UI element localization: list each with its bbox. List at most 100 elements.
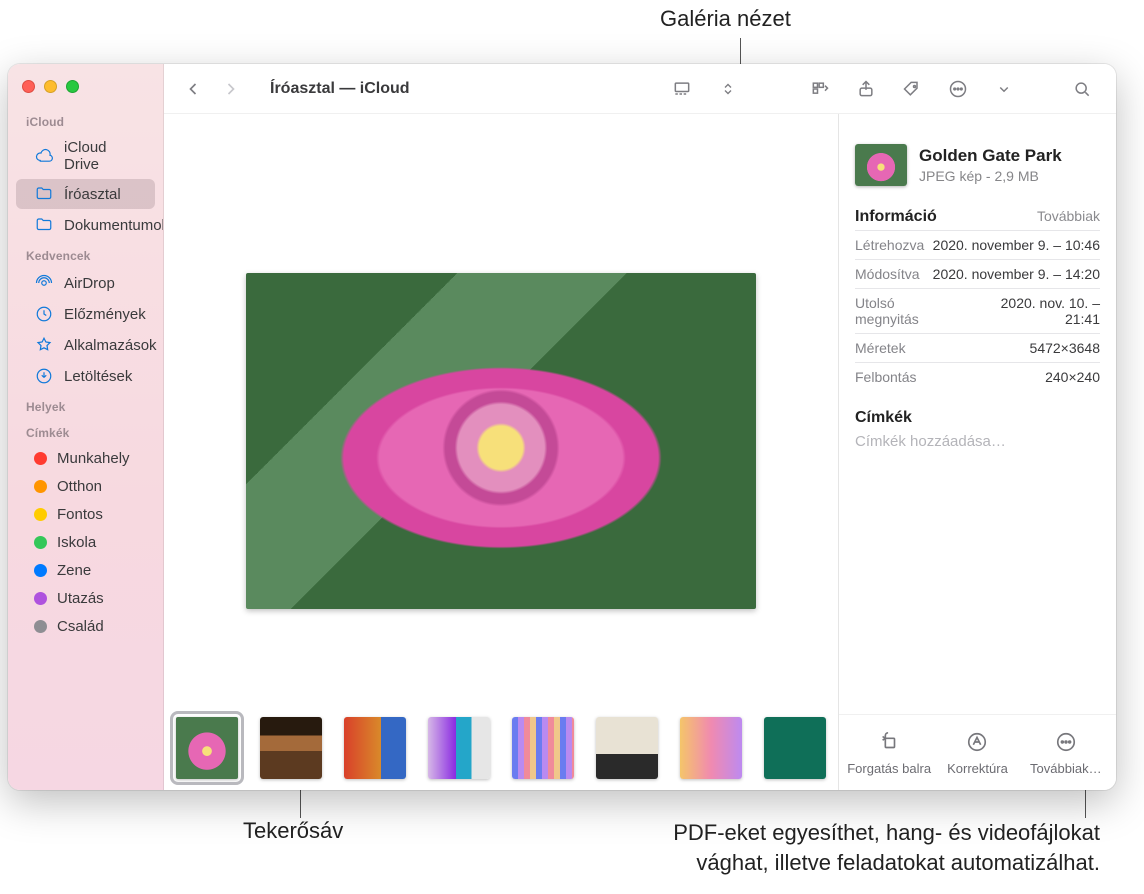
tag-dot-icon (34, 508, 47, 521)
thumbnail-strip[interactable] (164, 710, 838, 790)
forward-button[interactable] (216, 75, 246, 103)
close-button[interactable] (22, 80, 35, 93)
thumbnail[interactable] (512, 717, 574, 779)
cloud-icon (34, 146, 54, 166)
markup-action[interactable]: Korrektúra (934, 727, 1020, 776)
airdrop-icon (34, 273, 54, 293)
sidebar-tag-music[interactable]: Zene (16, 557, 155, 584)
rotate-left-action[interactable]: Forgatás balra (846, 727, 932, 776)
info-row-value: 5472×3648 (1030, 340, 1100, 356)
minimize-button[interactable] (44, 80, 57, 93)
clock-icon (34, 304, 54, 324)
info-row-key: Utolsó megnyitás (855, 295, 962, 327)
more-action[interactable]: Továbbiak… (1023, 727, 1109, 776)
info-thumbnail (855, 144, 907, 186)
info-row-value: 2020. nov. 10. – 21:41 (962, 295, 1100, 327)
share-button[interactable] (852, 75, 880, 103)
thumbnail[interactable] (596, 717, 658, 779)
info-row-dimensions: Méretek 5472×3648 (855, 333, 1100, 362)
info-row-value: 2020. november 9. – 14:20 (933, 266, 1100, 282)
folder-icon (34, 184, 54, 204)
sidebar-item-desktop[interactable]: Íróasztal (16, 179, 155, 209)
thumbnail[interactable] (428, 717, 490, 779)
sidebar-item-icloud-drive[interactable]: iCloud Drive (16, 134, 155, 178)
sidebar-item-label: Dokumentumok (64, 217, 164, 234)
search-button[interactable] (1068, 75, 1096, 103)
sidebar: iCloud iCloud Drive Íróasztal Dokumentum… (8, 64, 164, 790)
callout-quick-actions: PDF-eket egyesíthet, hang- és videofájlo… (460, 818, 1100, 877)
toolbar: Íróasztal — iCloud (164, 64, 1116, 114)
sidebar-item-label: Utazás (57, 590, 104, 607)
sidebar-tag-important[interactable]: Fontos (16, 501, 155, 528)
preview-pane (164, 114, 838, 710)
callout-scrubber: Tekerősáv (243, 818, 343, 844)
sidebar-tag-work[interactable]: Munkahely (16, 445, 155, 472)
action-label: Korrektúra (947, 761, 1008, 776)
rotate-left-icon (874, 727, 904, 757)
group-by-button[interactable] (806, 75, 834, 103)
info-more-link[interactable]: Továbbiak (1037, 208, 1100, 224)
tags-input[interactable]: Címkék hozzáadása… (855, 433, 1100, 450)
tags-header: Címkék (839, 391, 1116, 431)
tag-dot-icon (34, 452, 47, 465)
sidebar-item-label: Íróasztal (64, 186, 121, 203)
markup-icon (962, 727, 992, 757)
thumbnail[interactable] (260, 717, 322, 779)
gallery-view-button[interactable] (668, 75, 696, 103)
sidebar-item-label: iCloud Drive (64, 139, 141, 173)
view-options-stepper[interactable] (714, 75, 742, 103)
sidebar-item-documents[interactable]: Dokumentumok (16, 210, 155, 240)
callout-text: vághat, illetve feladatokat automatizálh… (696, 850, 1100, 875)
info-row-key: Módosítva (855, 266, 920, 282)
sidebar-item-label: Iskola (57, 534, 96, 551)
sidebar-tag-home[interactable]: Otthon (16, 473, 155, 500)
info-rows: Létrehozva 2020. november 9. – 10:46 Mód… (839, 230, 1116, 391)
sidebar-item-label: Előzmények (64, 306, 146, 323)
sidebar-tag-school[interactable]: Iskola (16, 529, 155, 556)
tag-dot-icon (34, 480, 47, 493)
sidebar-item-recents[interactable]: Előzmények (16, 299, 155, 329)
sidebar-section-locations: Helyek (8, 392, 163, 418)
tag-dot-icon (34, 564, 47, 577)
sidebar-item-label: Fontos (57, 506, 103, 523)
preview-image[interactable] (246, 273, 756, 609)
sidebar-item-downloads[interactable]: Letöltések (16, 361, 155, 391)
sidebar-item-label: Alkalmazások (64, 337, 157, 354)
action-label: Forgatás balra (847, 761, 931, 776)
sidebar-tag-travel[interactable]: Utazás (16, 585, 155, 612)
more-icon (1051, 727, 1081, 757)
info-row-resolution: Felbontás 240×240 (855, 362, 1100, 391)
thumbnail[interactable] (176, 717, 238, 779)
sidebar-section-tags: Címkék (8, 418, 163, 444)
thumbnail[interactable] (344, 717, 406, 779)
info-row-key: Felbontás (855, 369, 916, 385)
sidebar-item-applications[interactable]: Alkalmazások (16, 330, 155, 360)
thumbnail[interactable] (680, 717, 742, 779)
info-header: Golden Gate Park JPEG kép - 2,9 MB (839, 114, 1116, 200)
callout-text: PDF-eket egyesíthet, hang- és videofájlo… (673, 820, 1100, 845)
more-actions-button[interactable] (944, 75, 972, 103)
info-row-value: 240×240 (1045, 369, 1100, 385)
info-row-key: Létrehozva (855, 237, 924, 253)
folder-icon (34, 215, 54, 235)
sidebar-tag-family[interactable]: Család (16, 613, 155, 640)
file-subtitle: JPEG kép - 2,9 MB (919, 168, 1062, 184)
info-row-value: 2020. november 9. – 10:46 (933, 237, 1100, 253)
back-button[interactable] (178, 75, 208, 103)
sidebar-item-airdrop[interactable]: AirDrop (16, 268, 155, 298)
sidebar-section-favorites: Kedvencek (8, 241, 163, 267)
quick-actions: Forgatás balra Korrektúra Továbbiak… (839, 714, 1116, 790)
callout-gallery-view: Galéria nézet (660, 6, 791, 32)
content-row: Golden Gate Park JPEG kép - 2,9 MB Infor… (164, 114, 1116, 790)
sidebar-item-label: Letöltések (64, 368, 132, 385)
tags-button[interactable] (898, 75, 926, 103)
info-panel: Golden Gate Park JPEG kép - 2,9 MB Infor… (838, 114, 1116, 790)
sidebar-section-icloud: iCloud (8, 107, 163, 133)
thumbnail[interactable] (764, 717, 826, 779)
sidebar-item-label: Zene (57, 562, 91, 579)
tag-dot-icon (34, 536, 47, 549)
download-icon (34, 366, 54, 386)
sidebar-item-label: AirDrop (64, 275, 115, 292)
chevron-down-icon[interactable] (990, 75, 1018, 103)
zoom-button[interactable] (66, 80, 79, 93)
